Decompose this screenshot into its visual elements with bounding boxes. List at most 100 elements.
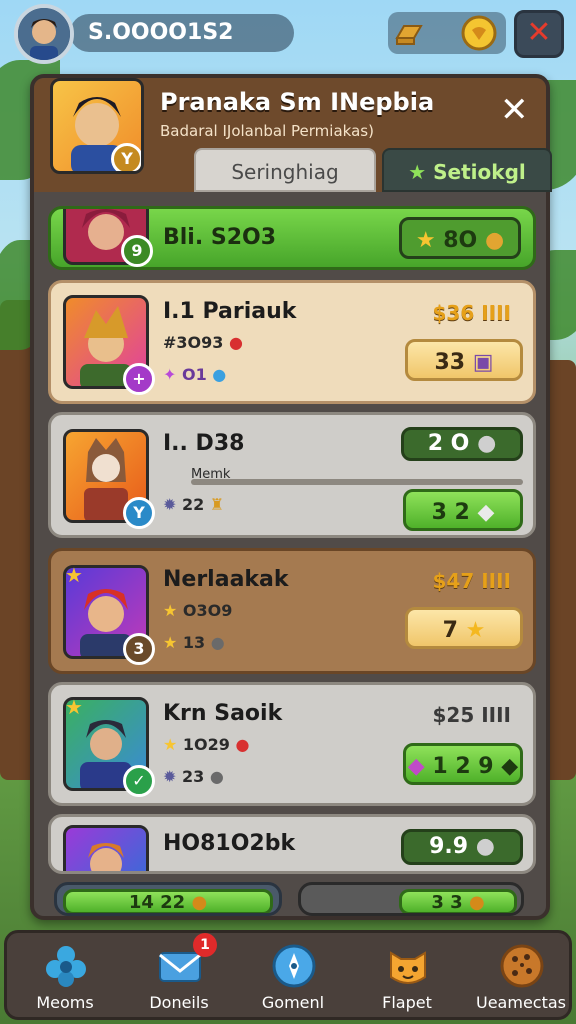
level-badge: ✓ [123,765,155,797]
nav-label: Flapet [382,993,432,1012]
value-pill[interactable]: 14 22 ● [63,889,273,913]
currency-value: S.OOOO1S2 [88,20,234,45]
gear-flower-icon [43,943,89,989]
value-pill[interactable]: 9.9 ● [401,829,523,865]
crystal-icon: ◆ [407,754,425,779]
coin-icon: ● [468,892,485,913]
potion-icon: ● [212,365,227,384]
hero-thumb [63,825,149,871]
currency-counter: S.OOOO1S2 [70,14,294,52]
price-label: $25 IIII [432,703,511,727]
nav-label: Doneils [149,993,209,1012]
star-value: 8O [443,228,478,253]
gear-icon: ✹ [163,495,177,514]
coin-icon: ● [191,892,208,913]
nav-meoms[interactable]: Meoms [9,933,121,1017]
nav-flapet[interactable]: Flapet [351,933,463,1017]
level-badge: + [123,363,155,395]
row-stat-1: #3O93 ● [163,333,243,352]
panel-subtitle: Badaral IJolanbal Permiakas) [160,122,374,140]
star-icon: ★ [163,735,178,754]
coin-icon: ● [484,228,505,253]
panel-title: Pranaka Sm INepbia [160,88,435,116]
row-title: I.1 Pariauk [163,299,297,324]
gem-icon: ◆ [501,754,519,779]
value-pill[interactable]: 3 3 ● [399,889,517,913]
gem-icon: ◆ [477,500,495,525]
tab-seringhiag[interactable]: Seringhiag [194,148,376,192]
list-item[interactable]: + I.1 Pariauk #3O93 ● ✦ O1 ● $36 IIII 33… [48,280,536,404]
star-icon: ★ [65,695,83,719]
star-icon: ★ [163,601,178,620]
ruby-icon: ● [228,333,243,352]
list-item[interactable]: 14 22 ● [54,882,282,916]
price-label: $36 IIII [432,301,511,325]
bottom-nav: Meoms 1 Doneils Gomenl Flapet Ueamectas [4,930,572,1020]
tab-setiokgl[interactable]: ★ Setiokgl [382,148,552,192]
close-button[interactable]: ✕ [514,10,564,58]
nav-label: Meoms [36,993,94,1012]
trophy-icon: ♜ [209,495,225,514]
star-icon: ★ [408,160,427,184]
buy-button[interactable]: 3 2 ◆ [403,489,523,531]
row-stat-1: ★ O3O9 [163,601,233,620]
notification-badge: 1 [193,933,217,957]
hero-rank-badge: Y [111,143,141,171]
buy-button[interactable]: 33 ▣ [405,339,523,381]
row-title: Krn Saoik [163,701,283,726]
scroll-bundle-icon: ▣ [472,350,494,375]
progress-track [191,479,523,485]
cookie-icon [499,943,545,989]
gear-icon: ✹ [163,767,177,786]
panel-header: Y Pranaka Sm INepbia Badaral IJolanbal P… [34,78,552,192]
stone-icon: ● [209,767,224,786]
compass-icon [271,943,317,989]
list-item[interactable]: ★ 3 Nerlaakak ★ O3O9 ★ 13 ● $47 IIII 7 ★ [48,548,536,674]
star-icon: ★ [465,618,486,643]
tab-setiokgl-label: Setiokgl [433,160,526,184]
ruby-icon: ● [235,735,250,754]
panel-close-button[interactable]: ✕ [500,90,529,130]
list-item[interactable]: HO81O2bk 9.9 ● [48,814,536,874]
buy-button[interactable]: ◆ 1 2 9 ◆ [403,743,523,785]
cat-face-icon [385,943,431,989]
row-title: I.. D38 [163,431,245,456]
nav-label: Ueamectas [476,993,566,1012]
star-icon: ★ [65,563,83,587]
nav-gomenl[interactable]: Gomenl [237,933,349,1017]
row-stat-2: ✦ O1 ● [163,365,227,384]
list-item[interactable]: Y I.. D38 Memk ✹ 22 ♜ 2 O ● 3 2 ◆ [48,412,536,538]
progress-label: Memk [191,467,231,482]
row-stat-2: ✹ 23 ● [163,767,224,786]
gem-icon: ● [477,431,497,456]
price-label: $47 IIII [432,569,511,593]
nav-doneils[interactable]: 1 Doneils [123,933,235,1017]
row-stat-2: ★ 13 ● [163,633,225,652]
top-bar: S.OOOO1S2 ✕ [0,0,576,66]
list-item[interactable]: 9 Bli. S2O3 ★ 8O ● [48,206,536,270]
nav-label: Gomenl [261,993,325,1012]
level-badge: 9 [121,235,153,267]
shortcut-tray [388,12,506,54]
star-icon: ★ [415,228,436,253]
player-avatar[interactable] [14,4,74,64]
stone-icon: ● [210,633,225,652]
star-value-button[interactable]: ★ 8O ● [399,217,521,259]
row-stat-2: ✹ 22 ♜ [163,495,225,514]
nav-ueamectas[interactable]: Ueamectas [465,933,576,1017]
gem-icon: ● [475,834,495,859]
row-title: HO81O2bk [163,831,296,856]
list-item[interactable]: 3 3 ● [298,882,524,916]
row-title: Nerlaakak [163,567,289,592]
hint-bubble-icon[interactable] [460,14,498,56]
level-badge: 3 [123,633,155,665]
sparkle-icon: ✦ [163,365,177,384]
gold-bars-icon[interactable] [394,18,424,52]
star-icon: ★ [163,633,178,652]
hero-portrait: Y [50,78,144,174]
list-item[interactable]: ★ ✓ Krn Saoik ★ 1O29 ● ✹ 23 ● $25 IIII ◆… [48,682,536,806]
buy-button[interactable]: 7 ★ [405,607,523,649]
row-title: Bli. S2O3 [163,225,277,250]
hero-list-panel: Y Pranaka Sm INepbia Badaral IJolanbal P… [30,74,552,920]
value-pill[interactable]: 2 O ● [401,427,523,461]
